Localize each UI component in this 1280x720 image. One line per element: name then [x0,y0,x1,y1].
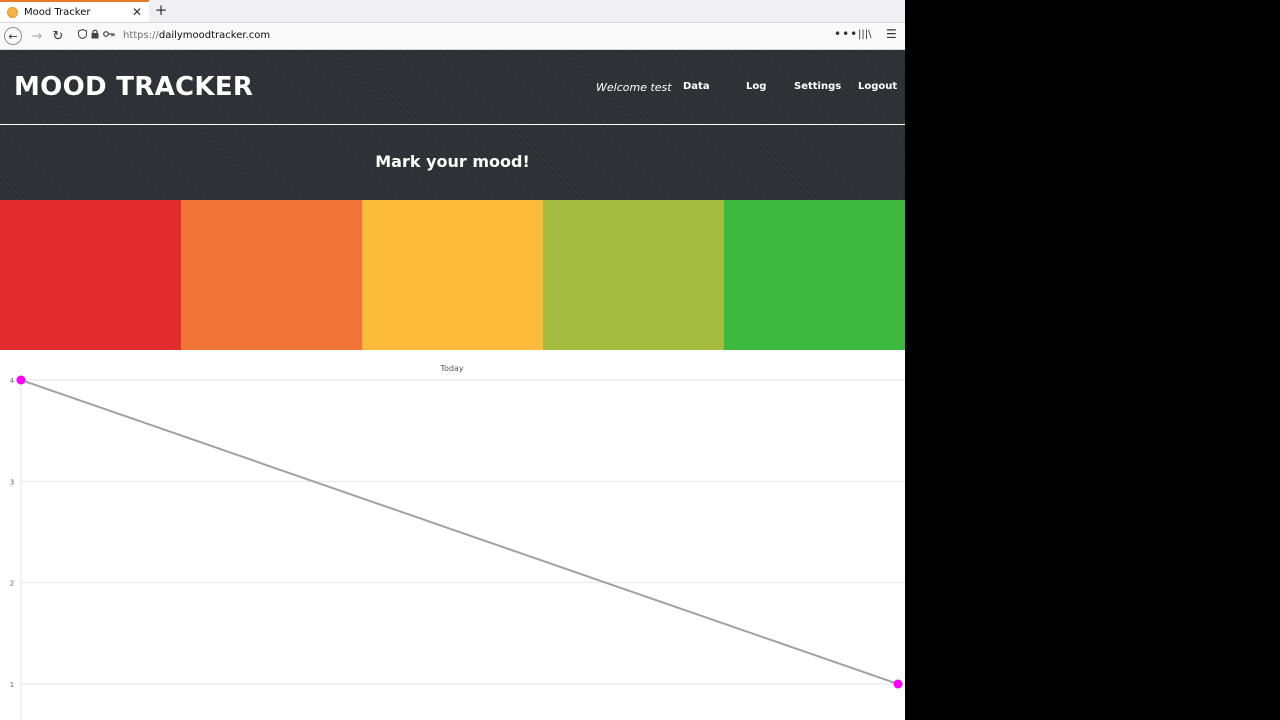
mood-banner: Mark your mood! [0,125,905,200]
data-point [893,679,903,689]
library-icon[interactable]: |||\ [858,29,871,40]
tab-strip: Mood Tracker ✕ + [0,0,905,23]
nav-logout-link[interactable]: Logout [858,81,897,92]
mood-selector [0,200,905,350]
data-point [16,375,26,385]
series-line [20,379,899,685]
browser-window: Mood Tracker ✕ + ← → ↻ https://dailymood… [0,0,905,720]
reload-button[interactable]: ↻ [49,27,67,45]
mood-chart: Today 1 2 3 4 [0,351,905,720]
nav-log-link[interactable]: Log [746,81,766,92]
shield-icon[interactable] [78,28,87,42]
mood-option-2[interactable] [181,200,362,350]
mood-option-5[interactable] [724,200,905,350]
url-bar[interactable]: https://dailymoodtracker.com [72,26,852,45]
hamburger-menu-icon[interactable]: ☰ [886,27,897,41]
welcome-text: Welcome test [596,81,672,94]
tab-mood-tracker[interactable]: Mood Tracker ✕ [0,0,149,22]
y-tick-label: 2 [10,580,14,588]
url-host: dailymoodtracker.com [158,30,271,41]
y-tick-label: 3 [10,478,14,486]
arrow-right-icon: → [31,28,43,44]
nav-settings-link[interactable]: Settings [794,81,841,92]
y-tick-label: 1 [10,681,14,689]
site-header: MOOD TRACKER Welcome test Data Log Setti… [0,50,905,124]
back-button[interactable]: ← [4,27,22,45]
forward-button[interactable]: → [28,27,46,45]
mood-title: Mark your mood! [375,152,530,171]
url-text[interactable]: https://dailymoodtracker.com [123,30,270,41]
close-icon[interactable]: ✕ [130,5,144,19]
new-tab-button[interactable]: + [153,2,169,20]
reload-icon: ↻ [52,28,64,44]
mood-option-1[interactable] [0,200,181,350]
navigation-bar: ← → ↻ https://dailymoodtracker.com ••• |… [0,23,905,50]
tab-title: Mood Tracker [24,6,91,18]
favicon-icon [7,6,18,18]
arrow-left-icon: ← [8,29,18,43]
chart-title: Today [439,364,463,373]
page-actions-icon[interactable]: ••• [834,27,858,41]
url-protocol: https:// [123,30,159,41]
mood-option-4[interactable] [543,200,724,350]
y-tick-label: 4 [10,377,15,385]
site-logo[interactable]: MOOD TRACKER [14,72,253,102]
nav-data-link[interactable]: Data [683,81,710,92]
page-content: MOOD TRACKER Welcome test Data Log Setti… [0,50,905,720]
lock-icon[interactable] [91,29,99,42]
key-icon[interactable] [103,30,115,41]
mood-chart-svg: Today 1 2 3 4 [10,364,905,720]
mood-option-3[interactable] [362,200,543,350]
